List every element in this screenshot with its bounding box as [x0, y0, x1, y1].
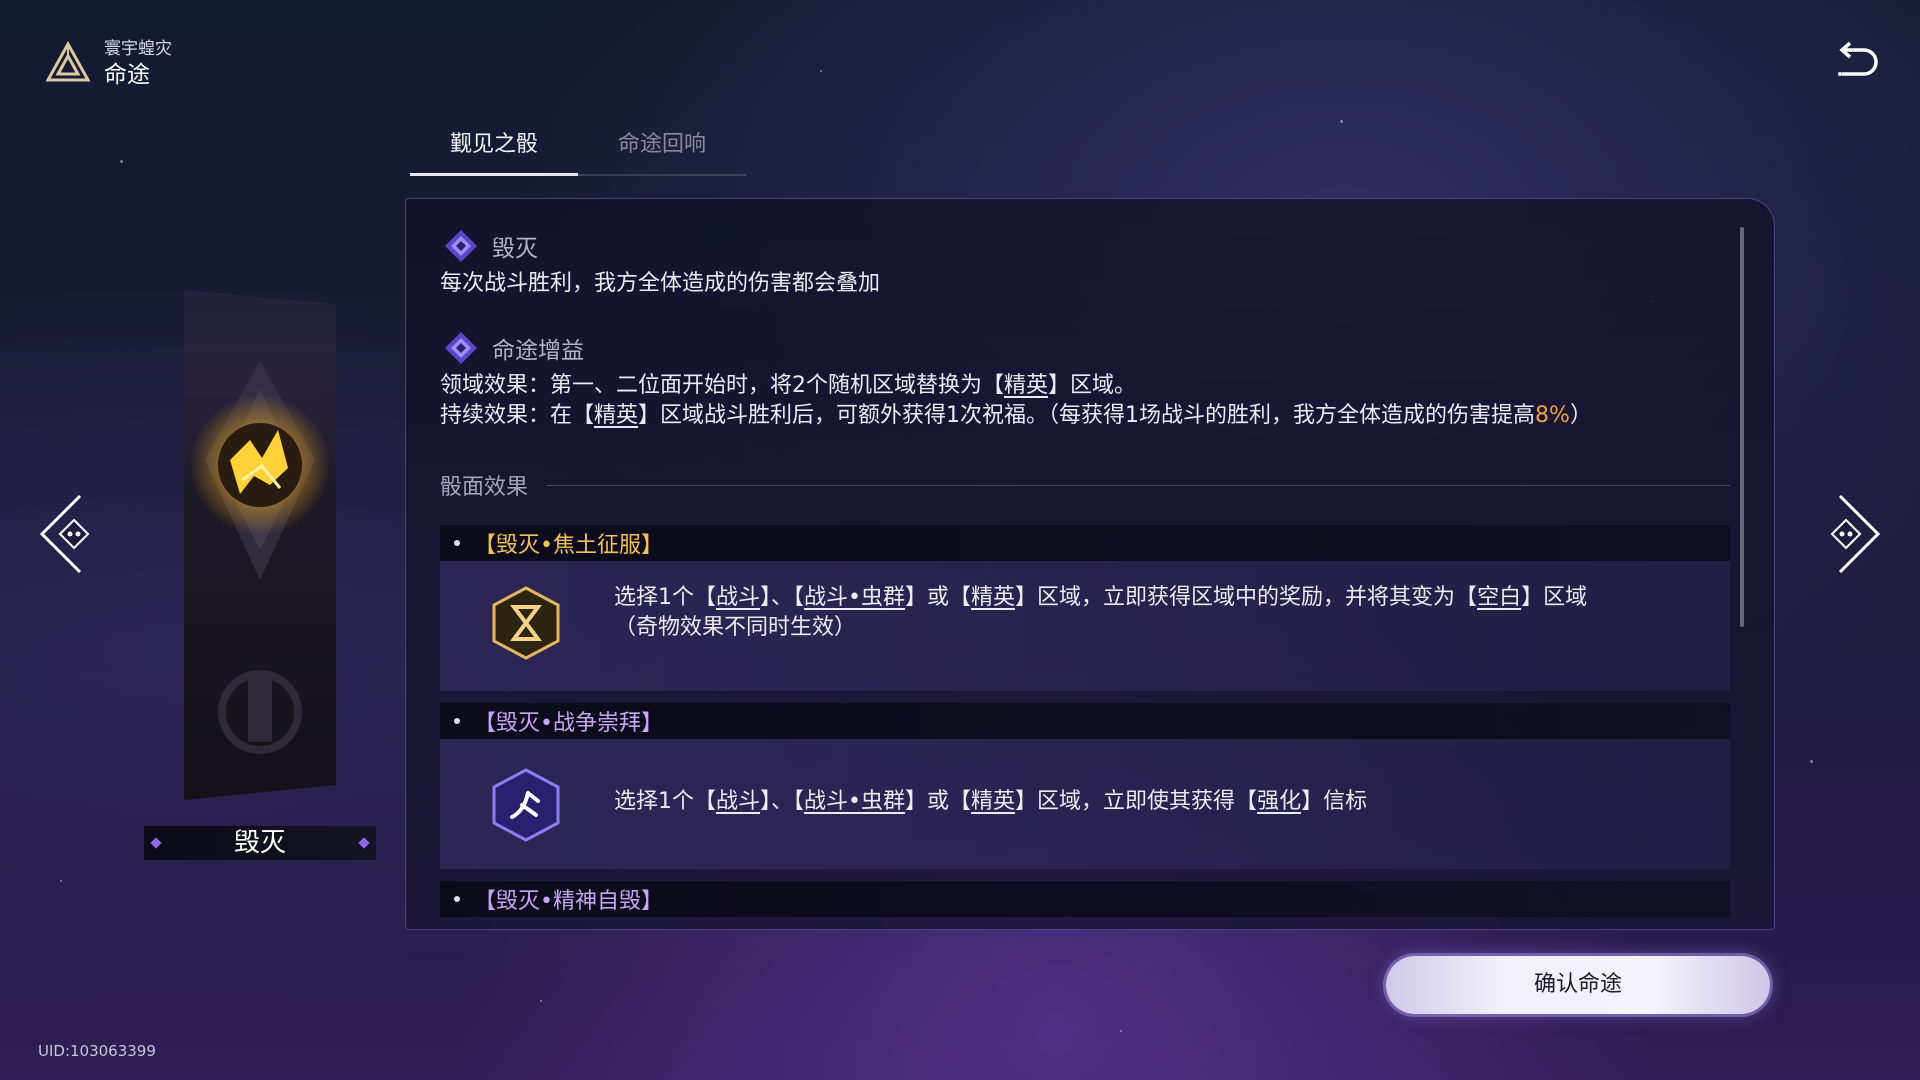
domain-effect-text: 领域效果：第一、二位面开始时，将2个随机区域替换为【精英】区域。 [440, 371, 1136, 401]
background-star [120, 160, 123, 163]
bullet-dot [454, 540, 460, 546]
dice-effect-header[interactable]: 【毁灭•精神自毁】 [440, 881, 1730, 917]
dice-effect-header[interactable]: 【毁灭•焦土征服】 [440, 525, 1730, 561]
path-heading-label: 毁灭 [492, 236, 538, 262]
text-fragment: 】、【 [760, 789, 805, 814]
dice-effect-description: 选择1个【战斗】、【战斗•虫群】或【精英】区域，立即使其获得【强化】信标 [614, 787, 1367, 817]
dice-effect-title: 【毁灭•精神自毁】 [474, 889, 663, 914]
battle-swarm-term-link[interactable]: 战斗•虫群 [804, 585, 905, 610]
background-star [1810, 760, 1813, 763]
lasting-effect-middle: 】区域战斗胜利后，可额外获得1次祝福。（每获得1场战斗的胜利，我方全体造成的伤害… [638, 403, 1536, 428]
hourglass-rune-icon [492, 586, 560, 660]
enhance-term-link[interactable]: 强化 [1257, 789, 1301, 814]
domain-effect-suffix: 】区域。 [1048, 373, 1137, 398]
background-star [60, 880, 62, 882]
tab-bar: 觐见之骰 命途回响 [410, 120, 746, 176]
elite-term-link[interactable]: 精英 [1004, 373, 1048, 398]
header-subtitle: 寰宇蝗灾 [104, 39, 172, 59]
gem-decoration [358, 837, 370, 849]
path-detail-panel: 毁灭 每次战斗胜利，我方全体造成的伤害都会叠加 命途增益 领域效果：第一、二位面… [405, 198, 1775, 930]
battle-swarm-term-link[interactable]: 战斗•虫群 [804, 789, 905, 814]
lasting-effect-prefix: 持续效果：在【 [440, 403, 595, 428]
bullet-dot [454, 896, 460, 902]
destruction-path-icon [445, 230, 477, 262]
selected-path-name: 毁灭 [144, 826, 376, 860]
text-fragment: 选择1个【 [614, 789, 716, 814]
damage-bonus-value: 8% [1535, 403, 1570, 428]
lasting-effect-text: 持续效果：在【精英】区域战斗胜利后，可额外获得1次祝福。（每获得1场战斗的胜利，… [440, 401, 1592, 431]
blank-term-link[interactable]: 空白 [1477, 585, 1521, 610]
dice-effect-card: 选择1个【战斗】、【战斗•虫群】或【精英】区域，立即使其获得【强化】信标 [440, 739, 1730, 869]
dice-effect-header[interactable]: 【毁灭•战争崇拜】 [440, 703, 1730, 739]
battle-term-link[interactable]: 战斗 [716, 789, 760, 814]
text-fragment: 】区域，立即使其获得【 [1015, 789, 1258, 814]
battle-term-link[interactable]: 战斗 [716, 585, 760, 610]
elite-term-link[interactable]: 精英 [971, 789, 1015, 814]
header-text: 寰宇蝗灾 命途 [104, 38, 172, 90]
text-fragment: 】区域，立即获得区域中的奖励，并将其变为【 [1015, 585, 1478, 610]
dice-effect-line: 选择1个【战斗】、【战斗•虫群】或【精英】区域，立即使其获得【强化】信标 [614, 787, 1367, 817]
path-bonus-heading-label: 命途增益 [492, 338, 584, 364]
background-star [1120, 1030, 1122, 1032]
text-fragment: 】、【 [760, 585, 805, 610]
lasting-effect-suffix: ） [1569, 403, 1592, 428]
destruction-path-icon [445, 332, 477, 364]
background-star [540, 1000, 542, 1002]
tab-audience-dice[interactable]: 觐见之骰 [410, 120, 578, 176]
elite-term-link[interactable]: 精英 [594, 403, 638, 428]
elite-term-link[interactable]: 精英 [971, 585, 1015, 610]
dice-effect-card: 选择1个【战斗】、【战斗•虫群】或【精英】区域，立即获得区域中的奖励，并将其变为… [440, 561, 1730, 691]
text-fragment: 】信标 [1301, 789, 1368, 814]
swarm-disaster-logo-icon [45, 40, 91, 82]
previous-path-arrow-icon[interactable] [36, 492, 106, 576]
text-fragment: 】区域 [1521, 585, 1588, 610]
background-star [1340, 120, 1343, 123]
confirm-path-button[interactable]: 确认命途 [1386, 956, 1770, 1014]
dice-effect-description: 选择1个【战斗】、【战斗•虫群】或【精英】区域，立即获得区域中的奖励，并将其变为… [614, 583, 1587, 643]
dice-effect-line: 选择1个【战斗】、【战斗•虫群】或【精英】区域，立即获得区域中的奖励，并将其变为… [614, 583, 1587, 613]
gem-decoration [150, 837, 162, 849]
dice-effect-title: 【毁灭•焦土征服】 [474, 533, 663, 558]
player-uid: UID:103063399 [38, 1042, 156, 1060]
domain-effect-prefix: 领域效果：第一、二位面开始时，将2个随机区域替换为【 [440, 373, 1004, 398]
dice-effect-title: 【毁灭•战争崇拜】 [474, 711, 663, 736]
war-blade-icon [492, 768, 560, 842]
panel-scrollbar[interactable] [1740, 227, 1744, 627]
text-fragment: 】或【 [905, 789, 972, 814]
text-fragment: 】或【 [905, 585, 972, 610]
tab-path-resonance[interactable]: 命途回响 [578, 120, 746, 174]
next-path-arrow-icon[interactable] [1814, 492, 1884, 576]
path-description: 每次战斗胜利，我方全体造成的伤害都会叠加 [440, 271, 881, 296]
path-bonus-heading: 命途增益 [444, 331, 584, 365]
path-pillar-emblem [184, 290, 336, 800]
dice-effects-heading-label: 骰面效果 [440, 475, 529, 500]
dice-effect-note: （奇物效果不同时生效） [614, 615, 857, 640]
header-brand: 寰宇蝗灾 命途 [44, 38, 172, 90]
header-title: 命途 [104, 62, 150, 88]
path-name-label: 毁灭 [233, 828, 286, 858]
background-star [820, 70, 822, 72]
divider [546, 484, 1730, 486]
path-heading: 毁灭 [444, 229, 538, 263]
text-fragment: 选择1个【 [614, 585, 716, 610]
back-icon[interactable] [1830, 40, 1880, 86]
dice-effects-heading: 骰面效果 [440, 469, 1730, 501]
bullet-dot [454, 718, 460, 724]
